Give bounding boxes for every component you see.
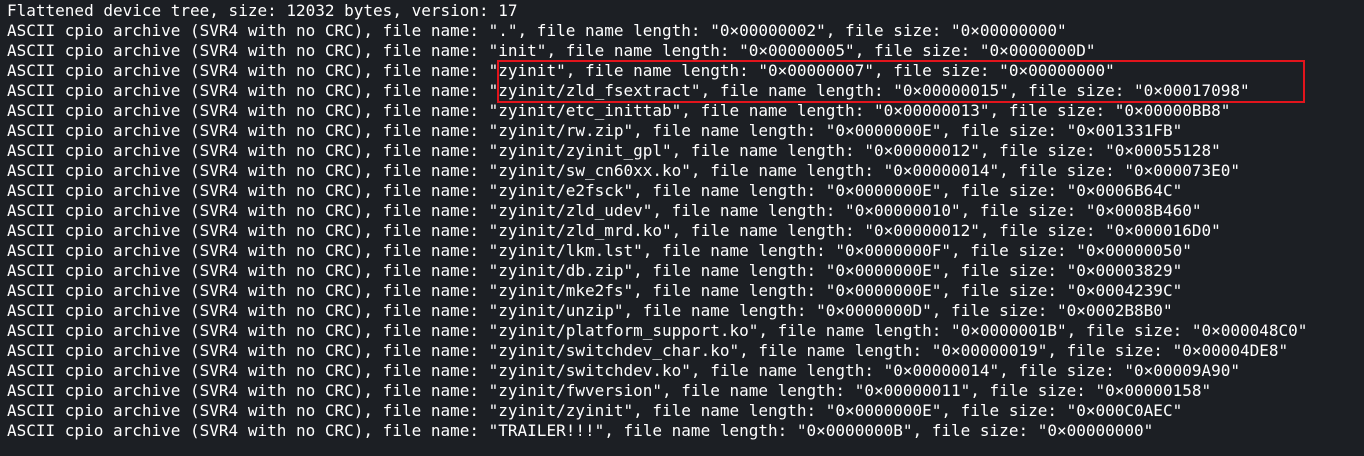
terminal-line: ASCII cpio archive (SVR4 with no CRC), f… [7, 261, 1183, 280]
terminal-line: ASCII cpio archive (SVR4 with no CRC), f… [7, 121, 1183, 140]
terminal-line: ASCII cpio archive (SVR4 with no CRC), f… [7, 301, 1173, 320]
terminal-line-highlighted: ASCII cpio archive (SVR4 with no CRC), f… [7, 61, 1115, 80]
terminal-line: ASCII cpio archive (SVR4 with no CRC), f… [7, 361, 1240, 380]
terminal-line: ASCII cpio archive (SVR4 with no CRC), f… [7, 321, 1308, 340]
terminal-line: ASCII cpio archive (SVR4 with no CRC), f… [7, 101, 1231, 120]
terminal-line: ASCII cpio archive (SVR4 with no CRC), f… [7, 421, 1154, 440]
terminal-line: ASCII cpio archive (SVR4 with no CRC), f… [7, 201, 1202, 220]
terminal-line: ASCII cpio archive (SVR4 with no CRC), f… [7, 141, 1221, 160]
terminal-line-highlighted: ASCII cpio archive (SVR4 with no CRC), f… [7, 81, 1250, 100]
terminal-line: ASCII cpio archive (SVR4 with no CRC), f… [7, 161, 1240, 180]
terminal-line: ASCII cpio archive (SVR4 with no CRC), f… [7, 401, 1183, 420]
terminal-line-header: Flattened device tree, size: 12032 bytes… [7, 1, 518, 20]
terminal-line: ASCII cpio archive (SVR4 with no CRC), f… [7, 221, 1221, 240]
terminal-line: ASCII cpio archive (SVR4 with no CRC), f… [7, 21, 1067, 40]
terminal-line: ASCII cpio archive (SVR4 with no CRC), f… [7, 281, 1183, 300]
terminal-line: ASCII cpio archive (SVR4 with no CRC), f… [7, 41, 1096, 60]
terminal-line: ASCII cpio archive (SVR4 with no CRC), f… [7, 341, 1289, 360]
terminal-line: ASCII cpio archive (SVR4 with no CRC), f… [7, 181, 1183, 200]
terminal-line: ASCII cpio archive (SVR4 with no CRC), f… [7, 381, 1212, 400]
terminal-output[interactable]: Flattened device tree, size: 12032 bytes… [0, 0, 1364, 456]
terminal-line: ASCII cpio archive (SVR4 with no CRC), f… [7, 241, 1192, 260]
